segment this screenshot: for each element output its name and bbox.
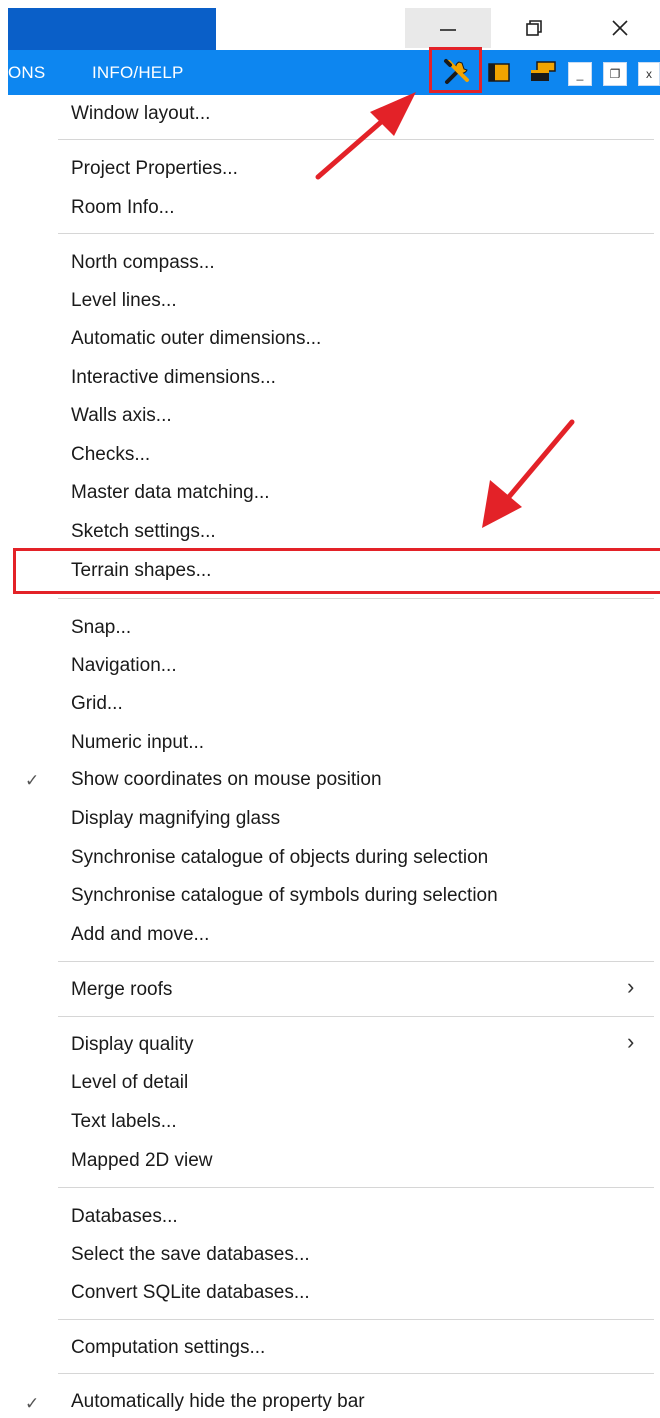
annotation-arrows [315,92,575,528]
arrow-to-terrain-shapes [482,419,575,528]
arrow-to-tools-icon [315,92,416,180]
